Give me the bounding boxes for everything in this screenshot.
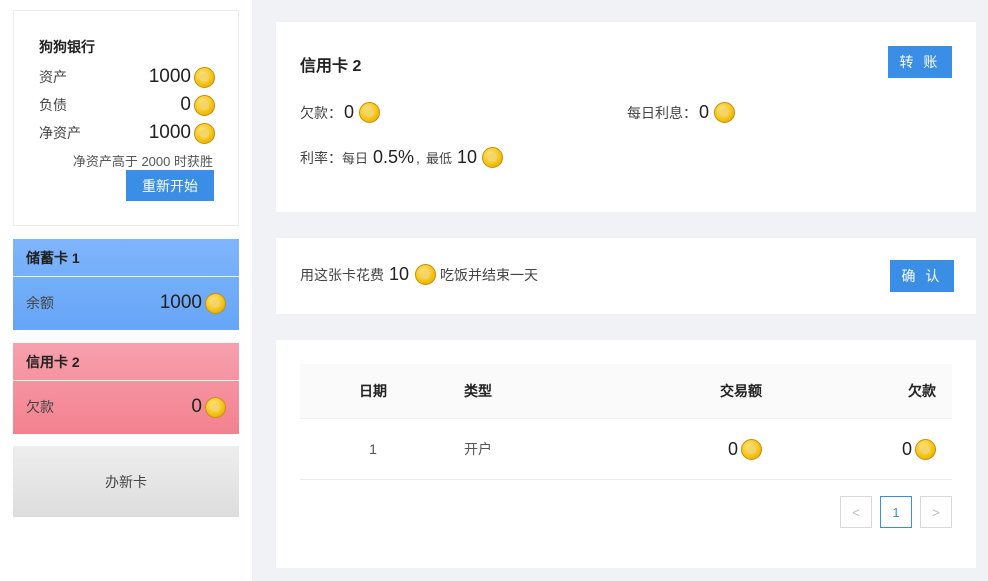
table-header: 日期 类型 交易额 欠款 bbox=[300, 364, 952, 419]
spend-text-prefix: 用这张卡花费 bbox=[300, 266, 384, 283]
coin-icon bbox=[415, 264, 437, 285]
page-1-button[interactable]: 1 bbox=[880, 496, 912, 528]
header-amount: 交易额 bbox=[720, 383, 762, 399]
confirm-button[interactable]: 确 认 bbox=[890, 260, 954, 292]
coin-icon bbox=[194, 122, 215, 144]
balance-value: 1000 bbox=[159, 292, 202, 313]
net-assets-label: 净资产 bbox=[39, 125, 81, 141]
debt-label: 欠款 bbox=[26, 399, 54, 415]
net-assets-row: 净资产 1000 bbox=[39, 121, 215, 145]
header-debt: 欠款 bbox=[908, 383, 936, 399]
spend-description: 用这张卡花费 10 吃饭并结束一天 bbox=[300, 264, 538, 285]
header-type: 类型 bbox=[464, 383, 492, 399]
coin-icon bbox=[359, 102, 381, 123]
row-amount: 0 bbox=[727, 438, 738, 459]
coin-icon bbox=[205, 396, 226, 418]
coin-icon bbox=[194, 66, 215, 88]
coin-icon bbox=[194, 94, 215, 116]
card-title: 信用卡 2 bbox=[300, 58, 362, 75]
debt-value: 0 bbox=[191, 396, 202, 417]
row-type: 开户 bbox=[464, 441, 492, 457]
assets-row: 资产 1000 bbox=[39, 65, 215, 89]
rate-separator: , bbox=[416, 149, 420, 166]
new-card-button[interactable]: 办新卡 bbox=[13, 446, 239, 517]
transfer-button[interactable]: 转 账 bbox=[888, 46, 952, 78]
row-amount-cell: 0 bbox=[728, 419, 762, 479]
win-condition-note: 净资产高于 2000 时获胜 bbox=[72, 154, 213, 169]
liabilities-row: 负债 0 bbox=[39, 93, 215, 117]
row-debt: 0 bbox=[901, 438, 912, 459]
coin-icon bbox=[714, 102, 736, 123]
liabilities-label: 负债 bbox=[39, 97, 67, 113]
coin-icon bbox=[205, 292, 226, 314]
rate-prefix: 每日 bbox=[342, 151, 369, 166]
transactions-panel: 日期 类型 交易额 欠款 1 开户 0 0 < 1 > bbox=[276, 340, 976, 568]
coin-icon bbox=[481, 147, 503, 168]
balance-label: 余额 bbox=[26, 295, 54, 311]
daily-interest-value: 0 bbox=[699, 102, 710, 122]
transactions-table: 日期 类型 交易额 欠款 1 开户 0 0 bbox=[300, 364, 952, 480]
net-assets-value: 1000 bbox=[148, 122, 191, 143]
spend-amount: 10 bbox=[389, 264, 410, 284]
liabilities-value: 0 bbox=[180, 94, 191, 115]
header-date: 日期 bbox=[359, 383, 387, 399]
coin-icon bbox=[915, 438, 936, 460]
rate-field: 利率： 每日 0.5% , 最低 10 bbox=[300, 147, 503, 168]
minimum-label: 最低 bbox=[425, 151, 452, 166]
assets-value: 1000 bbox=[148, 66, 191, 87]
chevron-left-icon[interactable]: < bbox=[840, 496, 872, 528]
assets-label: 资产 bbox=[39, 69, 67, 85]
pagination: < 1 > bbox=[840, 496, 952, 528]
rate-value: 0.5% bbox=[373, 147, 415, 167]
spend-text-suffix: 吃饭并结束一天 bbox=[440, 266, 539, 283]
debit-card-1[interactable]: 储蓄卡 1 余额 1000 bbox=[13, 239, 239, 330]
debt-value: 0 bbox=[344, 102, 355, 122]
sidebar: 狗狗银行 资产 1000 负债 0 净资产 1000 净资产高于 2000 时获… bbox=[0, 0, 252, 581]
credit-card-title: 信用卡 2 bbox=[13, 343, 239, 381]
daily-interest-field: 每日利息： 0 bbox=[627, 102, 736, 123]
credit-card-2[interactable]: 信用卡 2 欠款 0 bbox=[13, 343, 239, 434]
coin-icon bbox=[741, 438, 762, 460]
spend-panel: 用这张卡花费 10 吃饭并结束一天 确 认 bbox=[276, 238, 976, 314]
daily-interest-label: 每日利息： bbox=[627, 104, 697, 121]
rate-label: 利率： bbox=[300, 149, 342, 166]
debt-label: 欠款： bbox=[300, 104, 342, 121]
restart-button[interactable]: 重新开始 bbox=[126, 170, 214, 201]
card-info-panel: 信用卡 2 转 账 欠款： 0 每日利息： 0 利率： 每日 0.5% , 最低… bbox=[276, 22, 976, 212]
row-debt-cell: 0 bbox=[902, 419, 936, 479]
bank-title: 狗狗银行 bbox=[39, 39, 95, 55]
table-row: 1 开户 0 0 bbox=[300, 419, 952, 480]
bank-summary: 狗狗银行 资产 1000 负债 0 净资产 1000 净资产高于 2000 时获… bbox=[13, 10, 239, 226]
debt-field: 欠款： 0 bbox=[300, 102, 381, 123]
minimum-value: 10 bbox=[456, 147, 477, 167]
chevron-right-icon[interactable]: > bbox=[920, 496, 952, 528]
row-date: 1 bbox=[369, 441, 377, 457]
debit-card-title: 储蓄卡 1 bbox=[13, 239, 239, 277]
